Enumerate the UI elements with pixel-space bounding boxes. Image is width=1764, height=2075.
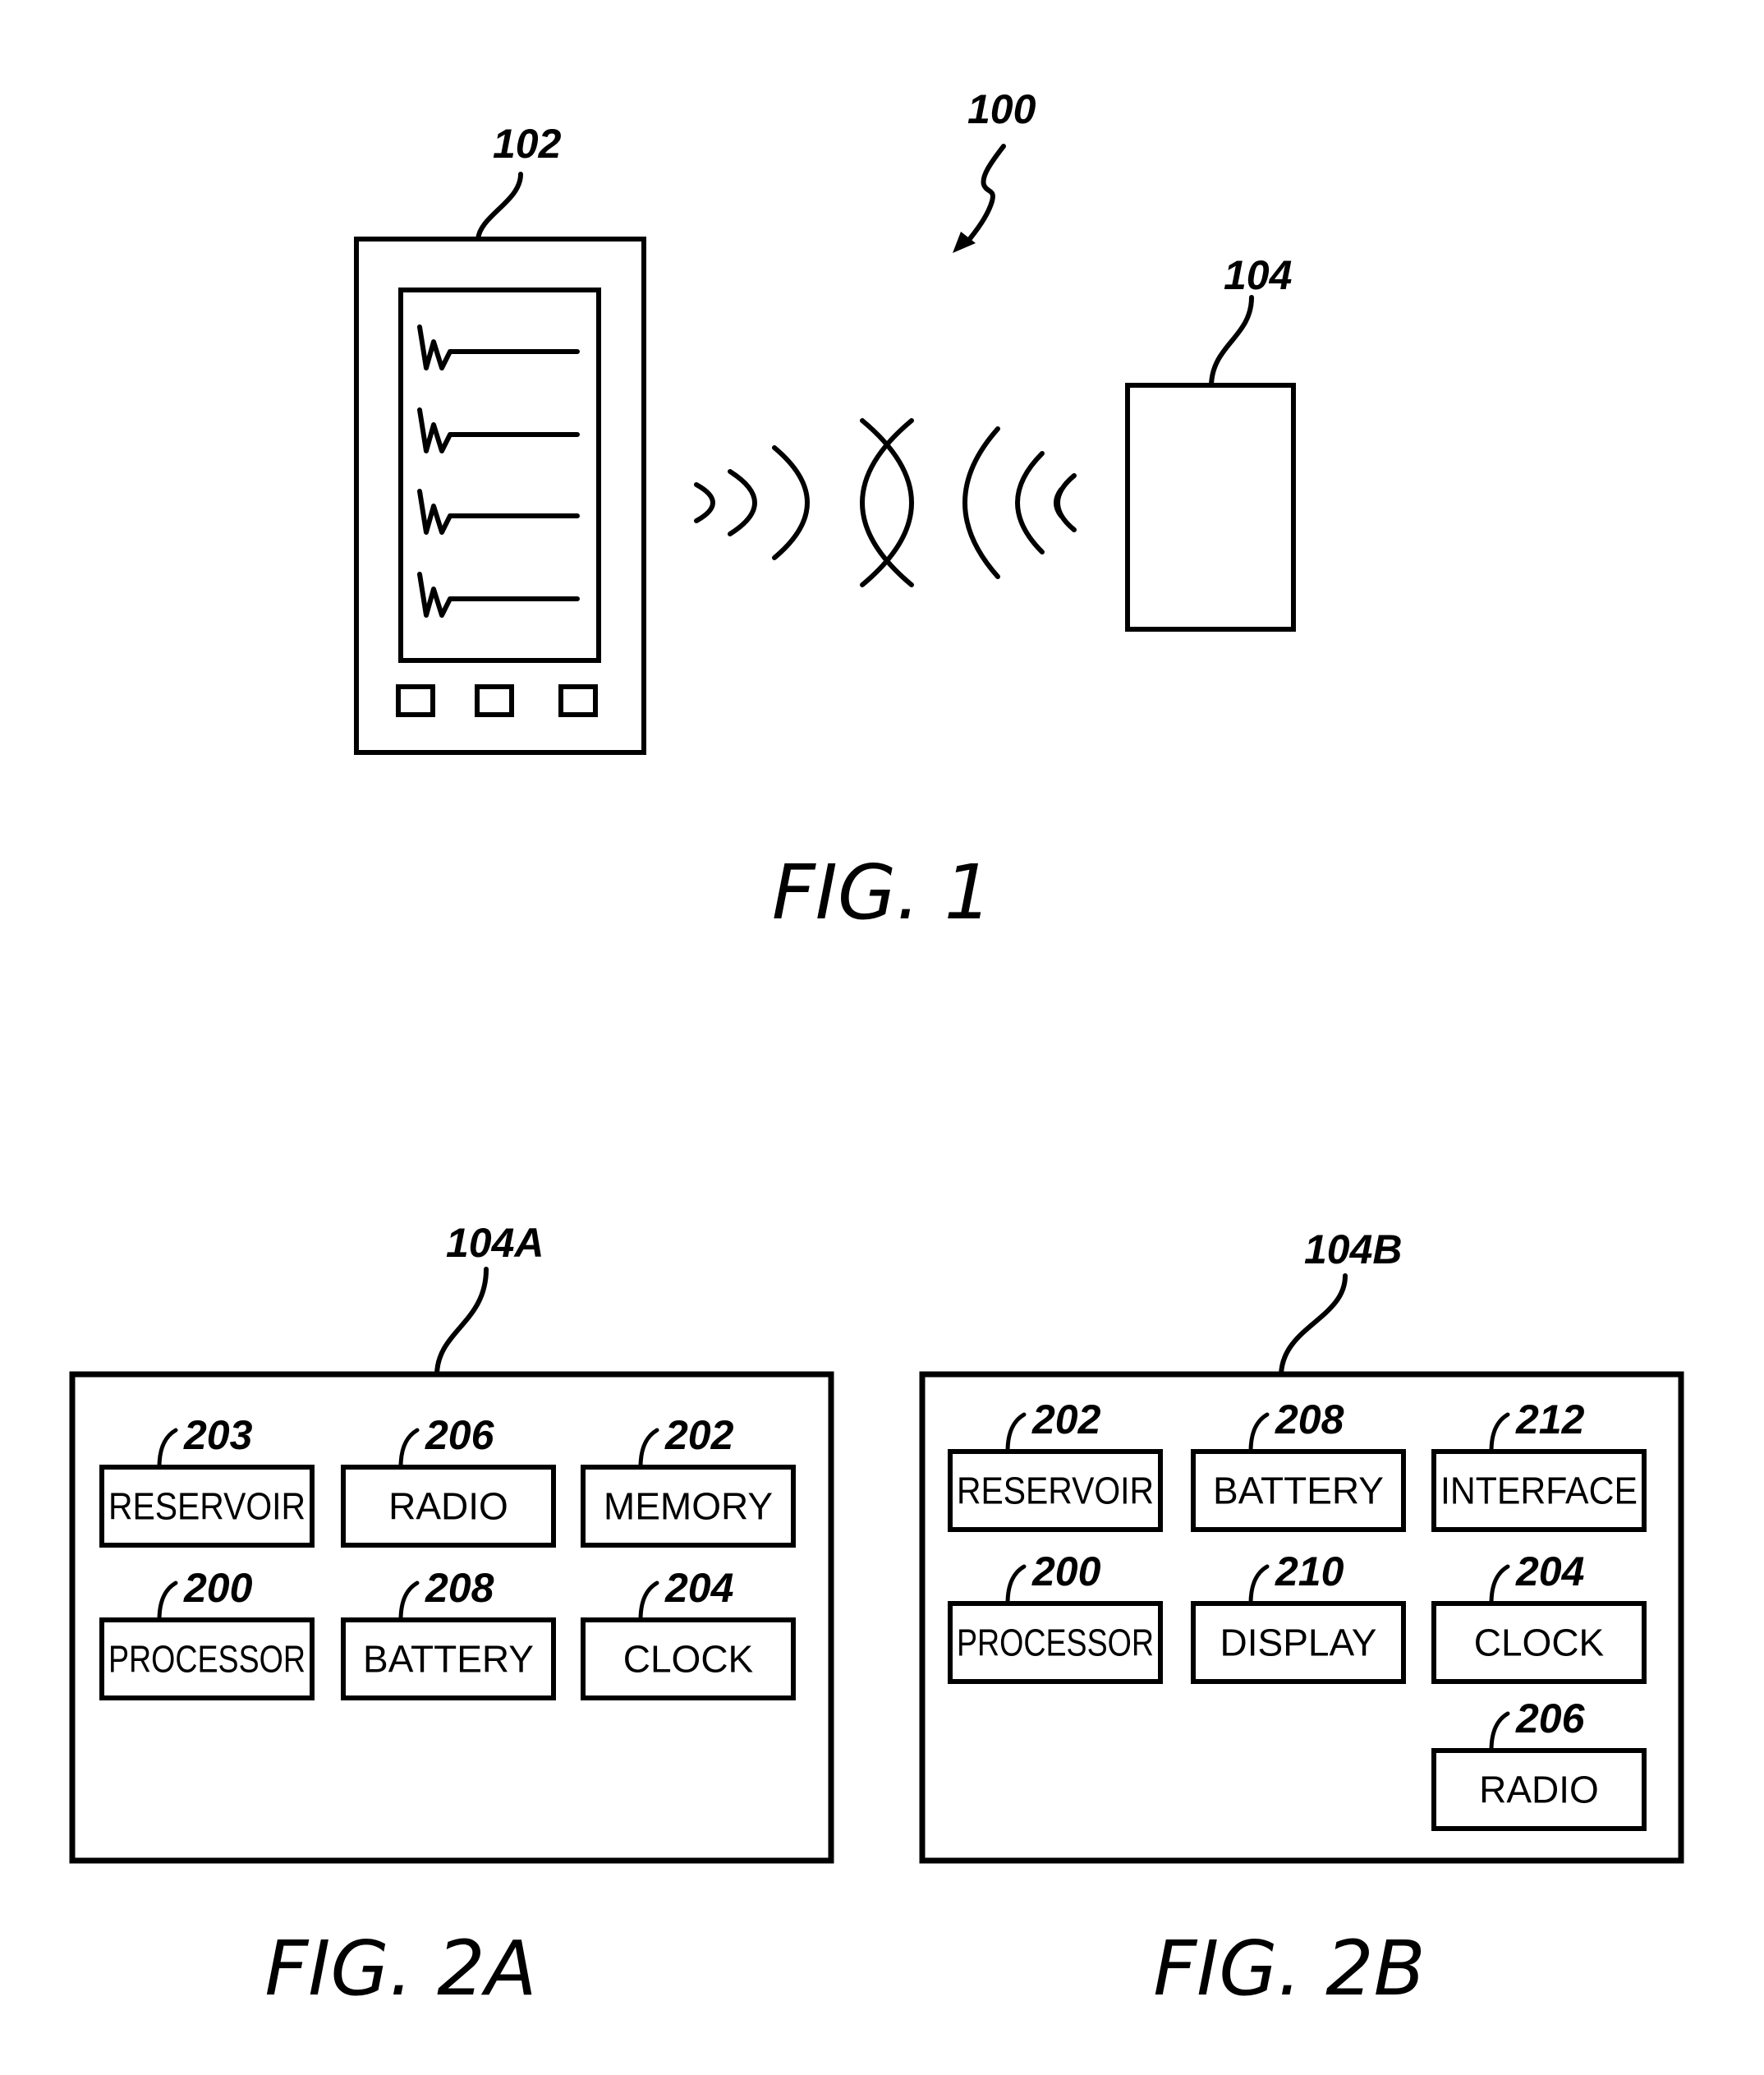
signal-arc-right: [772, 445, 810, 560]
component-ref-label: 210: [1275, 1548, 1344, 1594]
system-leader-squiggle: [962, 144, 1006, 247]
component-ref-label: 212: [1515, 1396, 1585, 1442]
component-label: RADIO: [388, 1485, 508, 1528]
system-ref-label: 100: [967, 86, 1036, 132]
component-label: PROCESSOR: [108, 1638, 305, 1681]
component-ref-label: 200: [1031, 1548, 1101, 1594]
signal-arc-left: [962, 426, 1000, 579]
component-label: BATTERY: [1213, 1470, 1384, 1512]
component-label: PROCESSOR: [957, 1622, 1154, 1664]
phone-button: [475, 684, 514, 717]
figure-2a: 104A 203 RESERVOIR 206 RADIO 202 MEMORY 200 PRO…: [69, 1220, 834, 2013]
mobile-phone: [354, 237, 646, 755]
component-label: RESERVOIR: [957, 1470, 1154, 1512]
component-ref-label: 200: [183, 1565, 253, 1611]
phone-button: [396, 684, 435, 717]
figure-1-caption: FIG. 1: [772, 849, 992, 936]
component-label: CLOCK: [623, 1638, 754, 1681]
component-ref-label: 208: [1275, 1396, 1344, 1442]
figure-2a-caption: FIG. 2A: [264, 1925, 536, 2013]
phone-ref-label: 102: [493, 121, 562, 167]
figure-2b-caption: FIG. 2B: [1153, 1925, 1425, 2013]
device-2a-leader-line: [434, 1267, 489, 1377]
figure-2b: 104B 202 RESERVOIR 208 BATTERY 212 INTERFACE 2…: [919, 1226, 1684, 2013]
device-2a-ref-label: 104A: [446, 1220, 544, 1266]
phone-leader-line: [475, 172, 523, 242]
component-ref-label: 202: [664, 1412, 734, 1458]
component-ref-label: 206: [1515, 1695, 1586, 1741]
component-label: MEMORY: [604, 1485, 773, 1528]
component-label: DISPLAY: [1220, 1622, 1377, 1664]
phone-button: [558, 684, 598, 717]
component-label: INTERFACE: [1440, 1470, 1638, 1512]
signal-arc-left: [860, 418, 914, 587]
component-label: CLOCK: [1474, 1622, 1605, 1664]
component-ref-label: 203: [183, 1412, 253, 1458]
component-ref-label: 202: [1031, 1396, 1101, 1442]
component-label: BATTERY: [363, 1638, 534, 1681]
component-ref-label: 204: [1515, 1548, 1584, 1594]
device-leader-line: [1209, 295, 1254, 388]
device-ref-label: 104: [1224, 252, 1292, 298]
device-2b-ref-label: 104B: [1304, 1226, 1403, 1272]
signal-arc-right: [728, 469, 757, 536]
signal-arc-left: [1015, 451, 1045, 554]
device-2b-leader-line: [1279, 1273, 1348, 1377]
component-label: RADIO: [1479, 1769, 1599, 1811]
component-ref-label: 204: [664, 1565, 733, 1611]
component-ref-label: 208: [425, 1565, 494, 1611]
signal-arc-left: [1055, 473, 1077, 532]
patent-drawing-sheet: 100 102 104 FIG. 1 104A 203 RESERVOIR 206 R…: [69, 86, 1684, 2013]
component-label: RESERVOIR: [108, 1485, 305, 1528]
wireless-signal-icon: [694, 418, 1077, 587]
figure-1: 100 102 104 FIG. 1: [354, 86, 1296, 936]
component-ref-label: 206: [425, 1412, 495, 1458]
phone-buttons: [396, 684, 598, 717]
device-box: [1125, 383, 1296, 632]
signal-arc-left: [1054, 487, 1063, 518]
signal-arc-right: [694, 482, 715, 523]
